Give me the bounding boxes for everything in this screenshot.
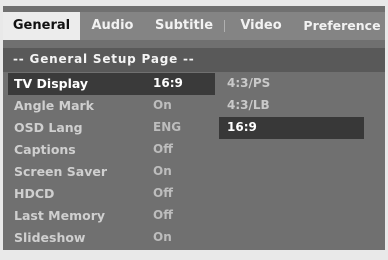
option-label: 4:3/LB [227, 98, 270, 112]
option-4-3-lb[interactable]: 4:3/LB [219, 95, 364, 117]
menu-item-label: Screen Saver [14, 164, 108, 179]
menu-item-label: Angle Mark [14, 98, 94, 113]
option-4-3-ps[interactable]: 4:3/PS [219, 73, 364, 95]
tab-video[interactable]: Video [225, 12, 297, 40]
menu-item-screen-saver[interactable]: Screen Saver On [8, 161, 215, 183]
menu-item-label: Captions [14, 142, 76, 157]
menu-item-value: 16:9 [153, 76, 183, 90]
tab-general[interactable]: General [3, 12, 80, 40]
menu-item-label: HDCD [14, 186, 55, 201]
menu-item-label: Last Memory [14, 208, 106, 223]
tab-subtitle[interactable]: Subtitle [145, 12, 223, 40]
tab-bar: General Audio Subtitle Video Preference [3, 12, 385, 40]
menu-item-hdcd[interactable]: HDCD Off [8, 183, 215, 205]
menu-item-label: Slideshow [14, 230, 86, 245]
tab-audio[interactable]: Audio [80, 12, 145, 40]
menu-item-label: TV Display [14, 76, 89, 91]
option-label: 4:3/PS [227, 76, 271, 90]
menu-item-last-memory[interactable]: Last Memory Off [8, 205, 215, 227]
menu-item-value: Off [153, 208, 173, 222]
menu-item-value: Off [153, 142, 173, 156]
page-header: -- General Setup Page -- [3, 48, 385, 72]
tab-preference[interactable]: Preference [299, 12, 385, 40]
dvd-setup-screen: General Audio Subtitle Video Preference … [0, 0, 388, 260]
menu-item-osd-lang[interactable]: OSD Lang ENG [8, 117, 215, 139]
menu-item-slideshow[interactable]: Slideshow On [8, 227, 215, 249]
menu-item-value: On [153, 230, 172, 244]
menu-item-captions[interactable]: Captions Off [8, 139, 215, 161]
menu-item-value: Off [153, 186, 173, 200]
option-16-9[interactable]: 16:9 [219, 117, 364, 139]
menu-item-value: On [153, 164, 172, 178]
menu-item-value: ENG [153, 120, 182, 134]
menu-item-angle-mark[interactable]: Angle Mark On [8, 95, 215, 117]
menu-item-tv-display[interactable]: TV Display 16:9 [8, 73, 215, 95]
menu-item-value: On [153, 98, 172, 112]
menu-item-label: OSD Lang [14, 120, 83, 135]
option-label: 16:9 [227, 120, 257, 134]
page-title: -- General Setup Page -- [13, 52, 195, 66]
